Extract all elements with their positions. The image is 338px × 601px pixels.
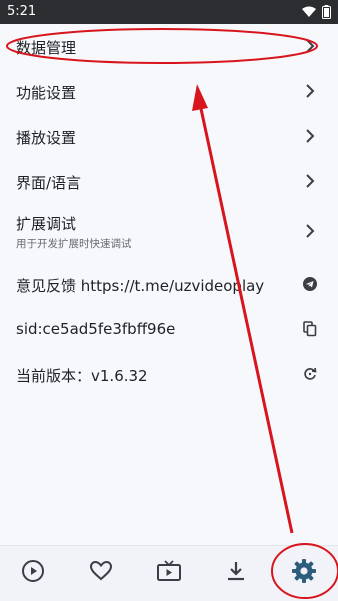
settings-item-version[interactable]: 当前版本：v1.6.32: [0, 352, 338, 396]
gear-icon: [291, 558, 317, 588]
chevron-right-icon: [302, 173, 318, 189]
settings-item-extension-debug[interactable]: 扩展调试 用于开发扩展时快速调试: [0, 204, 338, 258]
download-icon: [224, 559, 248, 587]
play-circle-icon: [21, 559, 45, 587]
chevron-right-icon: [302, 223, 318, 239]
settings-item-label: 界面/语言: [16, 174, 82, 192]
settings-item-label: sid:ce5ad5fe3fbff96e: [16, 320, 176, 338]
nav-settings-button[interactable]: [287, 556, 321, 590]
wifi-icon: [302, 6, 316, 22]
nav-play-button[interactable]: [16, 556, 50, 590]
status-time: 5:21: [7, 4, 37, 19]
settings-item-feedback[interactable]: 意见反馈 https://t.me/uzvideoplay: [0, 262, 338, 306]
settings-item-label: 当前版本：v1.6.32: [16, 367, 148, 385]
telegram-icon[interactable]: [302, 276, 318, 292]
settings-item-label: 意见反馈 https://t.me/uzvideoplay: [16, 277, 265, 295]
tv-icon: [156, 559, 182, 587]
settings-item-sid[interactable]: sid:ce5ad5fe3fbff96e: [0, 307, 338, 351]
chevron-right-icon: [302, 83, 318, 99]
nav-live-tv-button[interactable]: [152, 556, 186, 590]
heart-icon: [89, 559, 113, 587]
settings-item-label: 扩展调试: [16, 215, 77, 233]
nav-favorites-button[interactable]: [84, 556, 118, 590]
settings-item-subtitle: 用于开发扩展时快速调试: [16, 238, 132, 250]
status-icons: [302, 5, 331, 23]
settings-item-label: 数据管理: [16, 39, 77, 57]
settings-item-label: 功能设置: [16, 84, 77, 102]
settings-item-function[interactable]: 功能设置: [0, 69, 338, 113]
chevron-right-icon: [302, 38, 318, 54]
status-bar: 5:21: [0, 0, 338, 24]
copy-icon[interactable]: [302, 321, 318, 337]
settings-item-label: 播放设置: [16, 129, 77, 147]
bottom-navigation: [0, 545, 338, 601]
battery-icon: [322, 5, 331, 23]
settings-item-data-management[interactable]: 数据管理: [0, 24, 338, 68]
settings-item-playback[interactable]: 播放设置: [0, 114, 338, 158]
nav-download-button[interactable]: [219, 556, 253, 590]
settings-item-interface-language[interactable]: 界面/语言: [0, 159, 338, 203]
refresh-icon[interactable]: [302, 366, 318, 382]
chevron-right-icon: [302, 128, 318, 144]
